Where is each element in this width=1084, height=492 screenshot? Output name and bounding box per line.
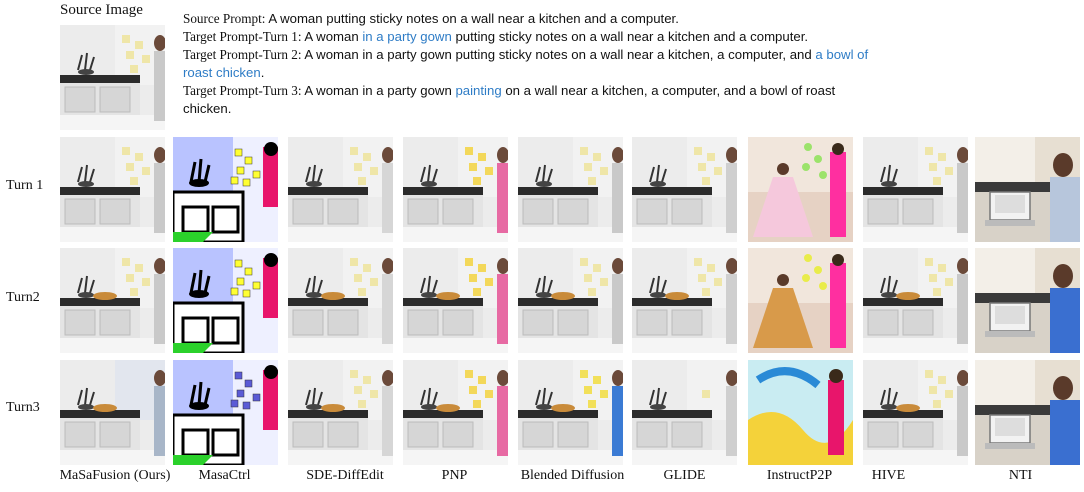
source-prompt-text: A woman putting sticky notes on a wall n… (265, 11, 679, 26)
col-label-pnp: PNP (441, 468, 468, 483)
result-image-instructp2p-turn2 (748, 248, 853, 353)
target-prompt-turn3: Target Prompt-Turn 3: A woman in a party… (183, 82, 873, 118)
result-image-nti-turn2 (975, 248, 1080, 353)
result-image-hive-turn1 (863, 137, 968, 242)
turn3-key: Target Prompt-Turn 3: (183, 83, 302, 98)
col-label-nti: NTI (1008, 468, 1033, 483)
result-image-instructp2p-turn3 (748, 360, 853, 465)
result-image-hive-turn2 (863, 248, 968, 353)
target-prompt-turn1: Target Prompt-Turn 1: A woman in a party… (183, 28, 873, 46)
result-image-masactrl-turn1 (173, 137, 278, 242)
source-prompt: Source Prompt: A woman putting sticky no… (183, 10, 873, 28)
result-image-masafusion-turn3 (60, 360, 165, 465)
result-image-sde-diffedit-turn3 (288, 360, 393, 465)
turn3-highlight: painting (455, 83, 502, 98)
result-image-blended-diffusion-turn2 (518, 248, 623, 353)
result-image-glide-turn1 (632, 137, 737, 242)
result-image-sde-diffedit-turn1 (288, 137, 393, 242)
result-image-nti-turn1 (975, 137, 1080, 242)
turn3-text-a: A woman in a party gown (301, 83, 456, 98)
result-image-masafusion-turn2 (60, 248, 165, 353)
source-image (60, 25, 165, 130)
row-label-turn2: Turn2 (6, 290, 40, 305)
source-image-label: Source Image (60, 2, 143, 18)
result-image-instructp2p-turn1 (748, 137, 853, 242)
col-label-hive: HIVE (871, 468, 906, 483)
result-image-nti-turn3 (975, 360, 1080, 465)
col-label-glide: GLIDE (663, 468, 706, 483)
result-image-masafusion-turn1 (60, 137, 165, 242)
turn2-text-a: A woman in a party gown putting sticky n… (301, 47, 816, 62)
result-image-masactrl-turn3 (173, 360, 278, 465)
source-prompt-key: Source Prompt: (183, 11, 266, 26)
target-prompt-turn2: Target Prompt-Turn 2: A woman in a party… (183, 46, 873, 82)
turn2-text-b: . (260, 65, 265, 80)
result-image-blended-diffusion-turn3 (518, 360, 623, 465)
turn1-key: Target Prompt-Turn 1: (183, 29, 302, 44)
result-image-glide-turn2 (632, 248, 737, 353)
col-label-blended-diffusion: Blended Diffusion (520, 468, 625, 483)
turn2-key: Target Prompt-Turn 2: (183, 47, 302, 62)
row-label-turn3: Turn3 (6, 400, 40, 415)
turn1-highlight: in a party gown (362, 29, 452, 44)
result-image-pnp-turn3 (403, 360, 508, 465)
result-image-sde-diffedit-turn2 (288, 248, 393, 353)
turn1-text-b: putting sticky notes on a wall near a ki… (451, 29, 809, 44)
prompt-block: Source Prompt: A woman putting sticky no… (183, 10, 873, 118)
col-label-sde-diffedit: SDE-DiffEdit (306, 468, 384, 483)
result-image-masactrl-turn2 (173, 248, 278, 353)
col-label-masactrl: MasaCtrl (198, 468, 251, 483)
col-label-masafusion: MaSaFusion (Ours) (59, 468, 171, 483)
row-label-turn1: Turn 1 (6, 178, 44, 193)
result-image-pnp-turn1 (403, 137, 508, 242)
result-image-glide-turn3 (632, 360, 737, 465)
result-image-blended-diffusion-turn1 (518, 137, 623, 242)
source-image-thumbnail (60, 25, 165, 130)
result-image-pnp-turn2 (403, 248, 508, 353)
result-image-hive-turn3 (863, 360, 968, 465)
turn1-text-a: A woman (301, 29, 363, 44)
